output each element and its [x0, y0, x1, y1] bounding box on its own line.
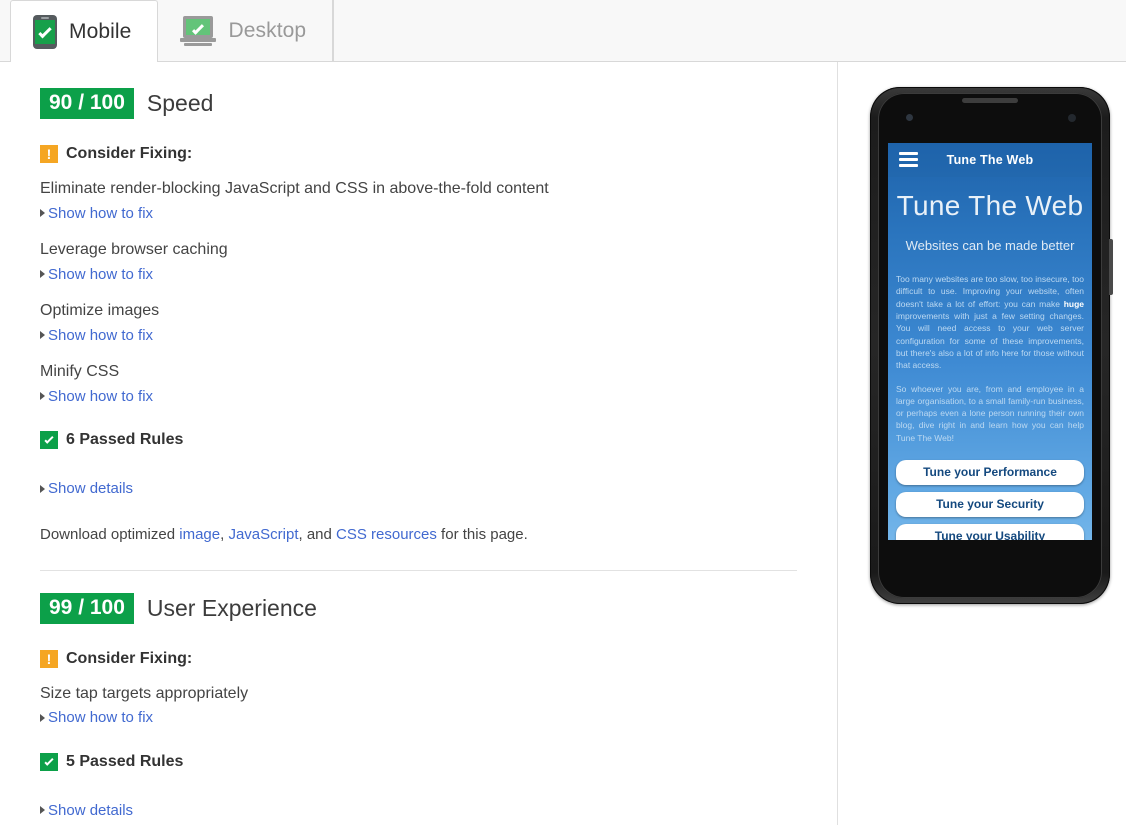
show-how-to-fix-toggle[interactable]: Show how to fix [40, 205, 153, 222]
warning-icon [40, 649, 58, 668]
chevron-right-icon [40, 484, 45, 493]
rule-item: Leverage browser caching Show how to fix [40, 241, 837, 283]
download-javascript-link[interactable]: JavaScript [228, 526, 298, 543]
preview-site-header: Tune The Web [888, 143, 1092, 177]
hamburger-menu-icon[interactable] [899, 152, 918, 167]
speed-score-badge: 90 / 100 [40, 88, 134, 120]
show-how-to-fix-link[interactable]: Show how to fix [48, 388, 153, 405]
rule-item: Eliminate render-blocking JavaScript and… [40, 180, 837, 222]
show-details-link[interactable]: Show details [48, 480, 133, 497]
speed-passed-rules-block: 6 Passed Rules Show details [40, 431, 837, 498]
ux-passed-rules-block: 5 Passed Rules Show details [40, 752, 837, 820]
chevron-right-icon [40, 331, 45, 340]
ux-passed-rules-heading: 5 Passed Rules [40, 752, 837, 771]
show-how-to-fix-link[interactable]: Show how to fix [48, 327, 153, 344]
phone-sensor-icon [1068, 114, 1076, 122]
download-optimized-resources: Download optimized image, JavaScript, an… [40, 526, 837, 543]
chevron-right-icon [40, 270, 45, 279]
download-suffix: for this page. [436, 525, 528, 543]
show-how-to-fix-toggle[interactable]: Show how to fix [40, 388, 153, 405]
phone-speaker [962, 98, 1018, 103]
report-content: 90 / 100 Speed Consider Fixing: Eliminat… [0, 62, 1126, 825]
preview-paragraph-1-b: improvements with just a few setting cha… [896, 310, 1084, 371]
show-details-link[interactable]: Show details [48, 802, 133, 819]
speed-passed-rules-heading: 6 Passed Rules [40, 431, 837, 450]
tab-mobile-label: Mobile [69, 19, 132, 43]
section-user-experience: 99 / 100 User Experience Consider Fixing… [40, 571, 837, 820]
ux-consider-fixing-heading: Consider Fixing: [40, 649, 837, 668]
tune-usability-button[interactable]: Tune your Usability [896, 524, 1084, 540]
rule-item: Size tap targets appropriately Show how … [40, 685, 837, 727]
phone-screen-preview: Tune The Web Tune The Web Websites can b… [888, 143, 1092, 540]
section-speed: 90 / 100 Speed Consider Fixing: Eliminat… [40, 62, 837, 543]
tab-desktop[interactable]: Desktop [158, 0, 334, 61]
show-how-to-fix-toggle[interactable]: Show how to fix [40, 266, 153, 283]
show-how-to-fix-toggle[interactable]: Show how to fix [40, 709, 153, 726]
check-icon [40, 752, 58, 771]
rule-name: Size tap targets appropriately [40, 684, 249, 702]
ux-score-badge: 99 / 100 [40, 592, 134, 624]
check-icon [40, 431, 58, 450]
preview-hero-title: Tune The Web [896, 190, 1084, 221]
show-how-to-fix-toggle[interactable]: Show how to fix [40, 327, 153, 344]
mobile-device-mockup: Tune The Web Tune The Web Websites can b… [870, 87, 1113, 604]
show-details-toggle[interactable]: Show details [40, 802, 133, 819]
speed-consider-fixing-heading: Consider Fixing: [40, 145, 837, 164]
show-how-to-fix-link[interactable]: Show how to fix [48, 709, 153, 726]
preview-tagline: Websites can be made better [905, 238, 1075, 253]
speed-consider-fixing-label: Consider Fixing: [66, 145, 193, 163]
download-prefix: Download optimized [40, 525, 180, 543]
ux-score-title: User Experience [146, 594, 317, 621]
phone-side-button [1109, 239, 1113, 295]
device-tab-bar: Mobile Desktop [0, 0, 1126, 62]
preview-paragraph-1-bold: huge [1063, 298, 1084, 309]
rule-name: Eliminate render-blocking JavaScript and… [40, 180, 549, 198]
chevron-right-icon [40, 713, 45, 722]
chevron-right-icon [40, 392, 45, 401]
phone-camera-icon [906, 114, 913, 121]
preview-panel: Tune The Web Tune The Web Websites can b… [838, 62, 1126, 825]
rule-name: Minify CSS [40, 363, 120, 381]
ux-consider-fixing-label: Consider Fixing: [66, 649, 193, 667]
tune-security-button[interactable]: Tune your Security [896, 492, 1084, 518]
ux-score-row: 99 / 100 User Experience [40, 592, 837, 624]
preview-paragraph-2: So whoever you are, from and employee in… [896, 383, 1084, 443]
chevron-right-icon [40, 806, 45, 815]
speed-passed-rules-label: 6 Passed Rules [66, 431, 184, 449]
speed-score-title: Speed [146, 90, 214, 117]
rule-name: Leverage browser caching [40, 241, 228, 259]
preview-paragraph-1: Too many websites are too slow, too inse… [896, 273, 1084, 372]
download-image-link[interactable]: image [179, 526, 220, 543]
warning-icon [40, 145, 58, 164]
rule-item: Optimize images Show how to fix [40, 302, 837, 344]
tab-desktop-label: Desktop [228, 18, 307, 42]
preview-site-header-title: Tune The Web [946, 153, 1034, 167]
rule-item: Minify CSS Show how to fix [40, 363, 837, 405]
tune-performance-button[interactable]: Tune your Performance [896, 460, 1084, 486]
preview-paragraph-1-a: Too many websites are too slow, too inse… [896, 274, 1084, 309]
rule-name: Optimize images [40, 302, 160, 320]
mobile-check-icon [33, 14, 57, 49]
show-how-to-fix-link[interactable]: Show how to fix [48, 266, 153, 283]
speed-score-row: 90 / 100 Speed [40, 88, 837, 120]
report-panel: 90 / 100 Speed Consider Fixing: Eliminat… [0, 62, 838, 825]
tab-mobile[interactable]: Mobile [10, 0, 159, 62]
tab-bar-filler [333, 0, 1126, 61]
preview-cta-buttons: Tune your Performance Tune your Security… [896, 460, 1084, 540]
download-sep-2: , and [298, 525, 337, 543]
download-css-link[interactable]: CSS resources [336, 526, 437, 543]
show-details-toggle[interactable]: Show details [40, 480, 133, 497]
chevron-right-icon [40, 209, 45, 218]
ux-passed-rules-label: 5 Passed Rules [66, 752, 184, 770]
show-how-to-fix-link[interactable]: Show how to fix [48, 205, 153, 222]
desktop-check-icon [180, 15, 217, 46]
